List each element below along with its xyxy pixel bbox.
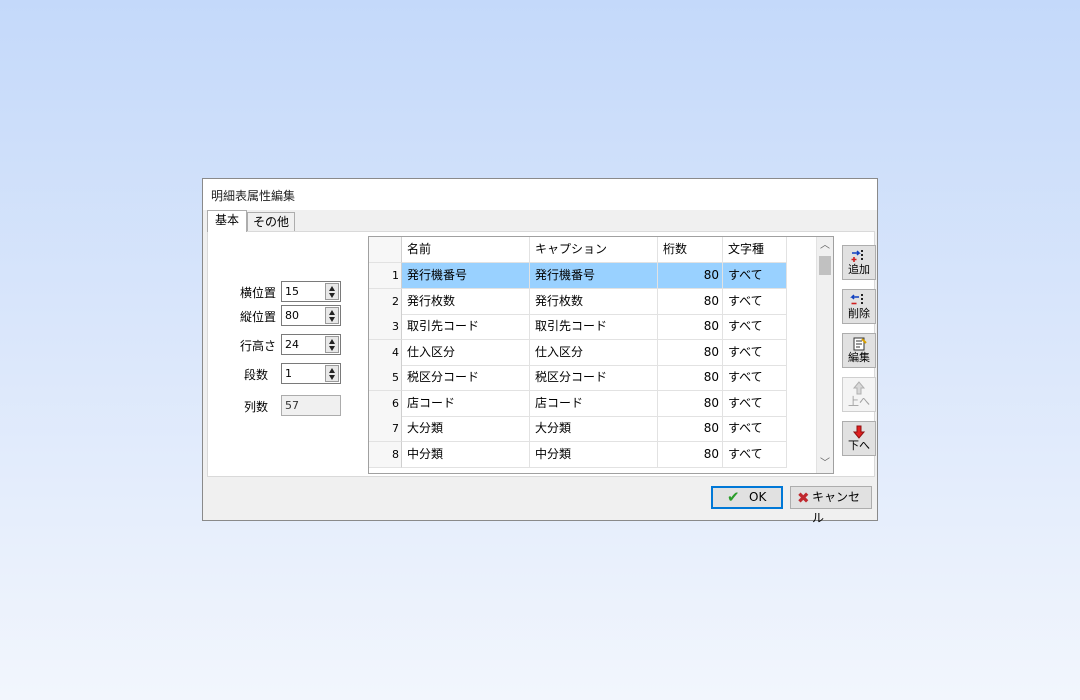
x-pos-value: 15: [285, 285, 299, 298]
row-number[interactable]: 8: [369, 441, 402, 468]
grid-cell-digits[interactable]: 80: [658, 314, 723, 340]
grid-cell-digits[interactable]: 80: [658, 339, 723, 366]
up-label: 上へ: [848, 395, 870, 408]
down-label: 下へ: [848, 439, 870, 452]
grid-cell-type[interactable]: すべて: [723, 339, 787, 366]
tab-panel-basic: 横位置 15 縦位置 80 行高さ 24 段数 1 列数 57 名前 キャプショ…: [207, 231, 876, 477]
tiers-value: 1: [285, 367, 292, 380]
cancel-x-icon: ✖: [797, 489, 810, 507]
move-up-button[interactable]: 上へ: [842, 377, 876, 412]
tiers-spinner[interactable]: 1: [281, 363, 341, 384]
tab-basic[interactable]: 基本: [207, 210, 247, 232]
delete-label: 削除: [848, 307, 870, 320]
header-caption[interactable]: キャプション: [530, 237, 658, 263]
y-pos-value: 80: [285, 309, 299, 322]
attribute-edit-dialog: 明細表属性編集 基本 その他 横位置 15 縦位置 80 行高さ 24 段数 1…: [202, 178, 878, 525]
columns-value: 57: [285, 399, 299, 412]
grid-cell-name[interactable]: 取引先コード: [402, 314, 530, 340]
grid-cell-name[interactable]: 店コード: [402, 390, 530, 417]
y-pos-label: 縦位置: [239, 310, 276, 324]
add-label: 追加: [848, 263, 870, 276]
grid-cell-type[interactable]: すべて: [723, 288, 787, 315]
grid-cell-caption[interactable]: 店コード: [530, 390, 658, 417]
grid-cell-type[interactable]: すべて: [723, 263, 787, 289]
attribute-grid[interactable]: 名前 キャプション 桁数 文字種 1 発行機番号 発行機番号 80 すべて 2 発行枚数 発行…: [368, 236, 834, 474]
grid-cell-type[interactable]: すべて: [723, 365, 787, 391]
grid-cell-type[interactable]: すべて: [723, 390, 787, 417]
spin-arrows-icon[interactable]: [325, 365, 339, 382]
grid-corner: [369, 237, 402, 263]
grid-cell-digits[interactable]: 80: [658, 390, 723, 417]
row-number[interactable]: 3: [369, 314, 402, 340]
grid-cell-name[interactable]: 大分類: [402, 416, 530, 442]
row-number[interactable]: 6: [369, 390, 402, 417]
header-char-type[interactable]: 文字種: [723, 237, 787, 263]
grid-vertical-scrollbar[interactable]: ︿ ﹀: [816, 237, 833, 473]
grid-cell-caption[interactable]: 発行枚数: [530, 288, 658, 315]
columns-readonly-field: 57: [281, 395, 341, 416]
tab-other[interactable]: その他: [247, 212, 295, 231]
grid-cell-digits[interactable]: 80: [658, 365, 723, 391]
grid-cell-name[interactable]: 発行機番号: [402, 263, 530, 289]
row-number[interactable]: 1: [369, 263, 402, 289]
x-pos-spinner[interactable]: 15: [281, 281, 341, 302]
grid-cell-type[interactable]: すべて: [723, 441, 787, 468]
grid-cell-caption[interactable]: 仕入区分: [530, 339, 658, 366]
header-digits[interactable]: 桁数: [658, 237, 723, 263]
grid-cell-caption[interactable]: 取引先コード: [530, 314, 658, 340]
grid-cell-name[interactable]: 中分類: [402, 441, 530, 468]
spin-arrows-icon[interactable]: [325, 336, 339, 353]
delete-row-button[interactable]: 削除: [842, 289, 876, 324]
columns-label: 列数: [243, 400, 268, 414]
grid-cell-name[interactable]: 仕入区分: [402, 339, 530, 366]
grid-cell-type[interactable]: すべて: [723, 416, 787, 442]
y-pos-spinner[interactable]: 80: [281, 305, 341, 326]
grid-cell-digits[interactable]: 80: [658, 263, 723, 289]
header-name[interactable]: 名前: [402, 237, 530, 263]
grid-cell-digits[interactable]: 80: [658, 288, 723, 315]
add-row-button[interactable]: 追加: [842, 245, 876, 280]
row-number[interactable]: 5: [369, 365, 402, 391]
title-bar: 明細表属性編集: [203, 179, 877, 210]
row-number[interactable]: 2: [369, 288, 402, 315]
edit-button[interactable]: 編集: [842, 333, 876, 368]
cancel-label: キャンセル: [812, 490, 861, 525]
scroll-thumb[interactable]: [819, 256, 831, 275]
ok-button[interactable]: ✔ OK: [711, 486, 783, 509]
scroll-up-icon[interactable]: ︿: [819, 240, 831, 252]
row-number[interactable]: 7: [369, 416, 402, 442]
grid-cell-name[interactable]: 税区分コード: [402, 365, 530, 391]
spin-arrows-icon[interactable]: [325, 283, 339, 300]
scroll-down-icon[interactable]: ﹀: [819, 458, 831, 470]
x-pos-label: 横位置: [239, 286, 276, 300]
dialog-title: 明細表属性編集: [211, 189, 296, 203]
row-height-value: 24: [285, 338, 299, 351]
row-height-spinner[interactable]: 24: [281, 334, 341, 355]
row-height-label: 行高さ: [239, 339, 276, 353]
ok-label: OK: [749, 490, 767, 504]
grid-cell-name[interactable]: 発行枚数: [402, 288, 530, 315]
edit-label: 編集: [848, 351, 870, 364]
grid-cell-caption[interactable]: 中分類: [530, 441, 658, 468]
grid-cell-digits[interactable]: 80: [658, 416, 723, 442]
spin-arrows-icon[interactable]: [325, 307, 339, 324]
grid-cell-digits[interactable]: 80: [658, 441, 723, 468]
grid-cell-caption[interactable]: 発行機番号: [530, 263, 658, 289]
check-icon: ✔: [727, 488, 740, 506]
grid-cell-type[interactable]: すべて: [723, 314, 787, 340]
row-number[interactable]: 4: [369, 339, 402, 366]
move-down-button[interactable]: 下へ: [842, 421, 876, 456]
cancel-button[interactable]: ✖ キャンセル: [790, 486, 872, 525]
grid-cell-caption[interactable]: 税区分コード: [530, 365, 658, 391]
grid-cell-caption[interactable]: 大分類: [530, 416, 658, 442]
tiers-label: 段数: [243, 368, 268, 382]
